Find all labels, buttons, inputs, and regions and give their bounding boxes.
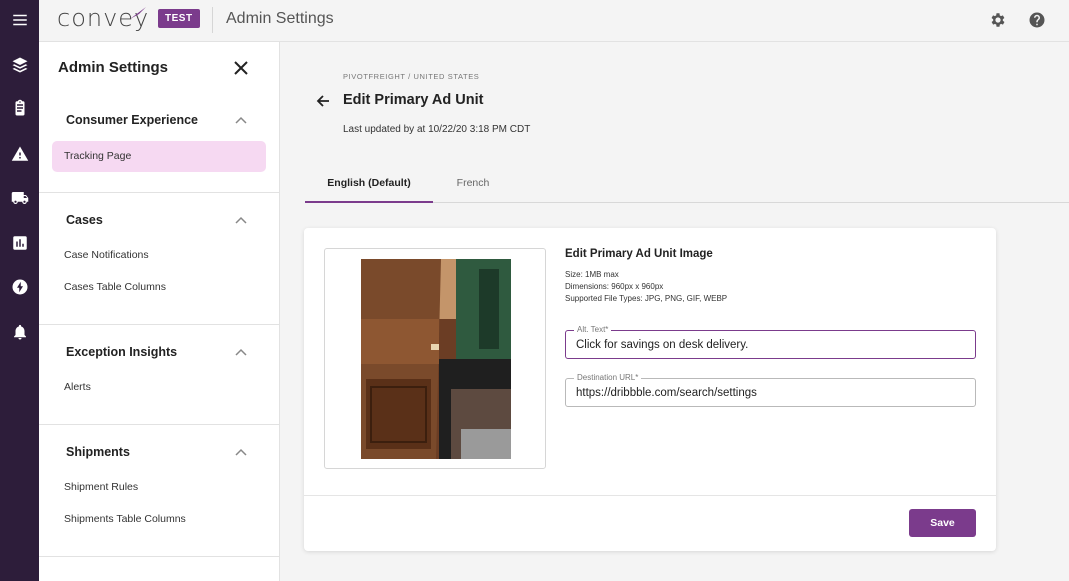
sidebar-item-shipment-rules[interactable]: Shipment Rules xyxy=(52,472,266,503)
tab-english-default[interactable]: English (Default) xyxy=(305,166,433,203)
topbar-divider xyxy=(212,7,213,33)
last-updated-text: Last updated by at 10/22/20 3:18 PM CDT xyxy=(343,124,531,135)
language-tabs: English (Default) French xyxy=(305,166,1069,203)
sidebar-item-case-notifications[interactable]: Case Notifications xyxy=(52,240,266,271)
tab-french[interactable]: French xyxy=(433,166,513,203)
image-upload-frame[interactable] xyxy=(324,248,546,469)
file-types-spec: Supported File Types: JPG, PNG, GIF, WEB… xyxy=(565,294,728,303)
sidebar-title: Admin Settings xyxy=(58,59,169,76)
save-button[interactable]: Save xyxy=(909,509,976,537)
dimensions-spec: Dimensions: 960px x 960px xyxy=(565,282,664,291)
chevron-up-icon[interactable] xyxy=(235,216,247,224)
app-rail xyxy=(0,0,39,581)
menu-icon[interactable] xyxy=(7,7,32,32)
top-bar: convey TEST Admin Settings xyxy=(39,0,1069,42)
logo-mark-icon xyxy=(130,7,146,19)
layers-icon[interactable] xyxy=(7,52,32,77)
chevron-up-icon[interactable] xyxy=(235,116,247,124)
image-section-heading: Edit Primary Ad Unit Image xyxy=(565,248,713,260)
page-title: Edit Primary Ad Unit xyxy=(343,92,484,108)
back-arrow-icon[interactable] xyxy=(315,93,331,109)
section-heading[interactable]: Cases xyxy=(66,213,103,227)
ad-unit-card: Edit Primary Ad Unit Image Size: 1MB max… xyxy=(304,228,996,551)
settings-sidebar: Admin Settings Consumer Experience Track… xyxy=(39,42,280,581)
sidebar-item-shipments-table-columns[interactable]: Shipments Table Columns xyxy=(52,504,266,535)
alt-text-field: Alt. Text* xyxy=(565,325,976,359)
truck-icon[interactable] xyxy=(7,185,32,210)
nav-section-consumer-experience: Consumer Experience Tracking Page xyxy=(39,92,279,193)
nav-section-exception-insights: Exception Insights Alerts xyxy=(39,325,279,425)
nav-section-shipments: Shipments Shipment Rules Shipments Table… xyxy=(39,425,279,557)
env-badge: TEST xyxy=(158,9,200,28)
ad-unit-image xyxy=(361,259,511,459)
destination-url-input[interactable] xyxy=(576,385,966,401)
size-spec: Size: 1MB max xyxy=(565,270,619,279)
section-heading[interactable]: Consumer Experience xyxy=(66,113,198,127)
close-icon[interactable] xyxy=(232,59,250,77)
nav-section-cases: Cases Case Notifications Cases Table Col… xyxy=(39,193,279,325)
chevron-up-icon[interactable] xyxy=(235,348,247,356)
gear-icon[interactable] xyxy=(988,10,1008,30)
chevron-up-icon[interactable] xyxy=(235,448,247,456)
sidebar-item-tracking-page[interactable]: Tracking Page xyxy=(52,141,266,172)
warning-icon[interactable] xyxy=(7,141,32,166)
bolt-icon[interactable] xyxy=(7,274,32,299)
section-heading[interactable]: Shipments xyxy=(66,445,130,459)
destination-url-label: Destination URL* xyxy=(574,373,642,383)
main-content: PIVOTFREIGHT / UNITED STATES Edit Primar… xyxy=(280,42,1069,581)
bell-icon[interactable] xyxy=(7,319,32,344)
app-title: Admin Settings xyxy=(226,10,334,27)
card-divider xyxy=(304,495,996,496)
help-icon[interactable] xyxy=(1027,10,1047,30)
breadcrumb[interactable]: PIVOTFREIGHT / UNITED STATES xyxy=(343,72,479,81)
destination-url-field: Destination URL* xyxy=(565,373,976,407)
bar-chart-icon[interactable] xyxy=(7,230,32,255)
section-heading[interactable]: Exception Insights xyxy=(66,345,177,359)
sidebar-item-cases-table-columns[interactable]: Cases Table Columns xyxy=(52,272,266,303)
alt-text-label: Alt. Text* xyxy=(574,325,612,335)
sidebar-item-alerts[interactable]: Alerts xyxy=(52,372,266,403)
clipboard-icon[interactable] xyxy=(7,95,32,120)
alt-text-input[interactable] xyxy=(576,337,966,353)
